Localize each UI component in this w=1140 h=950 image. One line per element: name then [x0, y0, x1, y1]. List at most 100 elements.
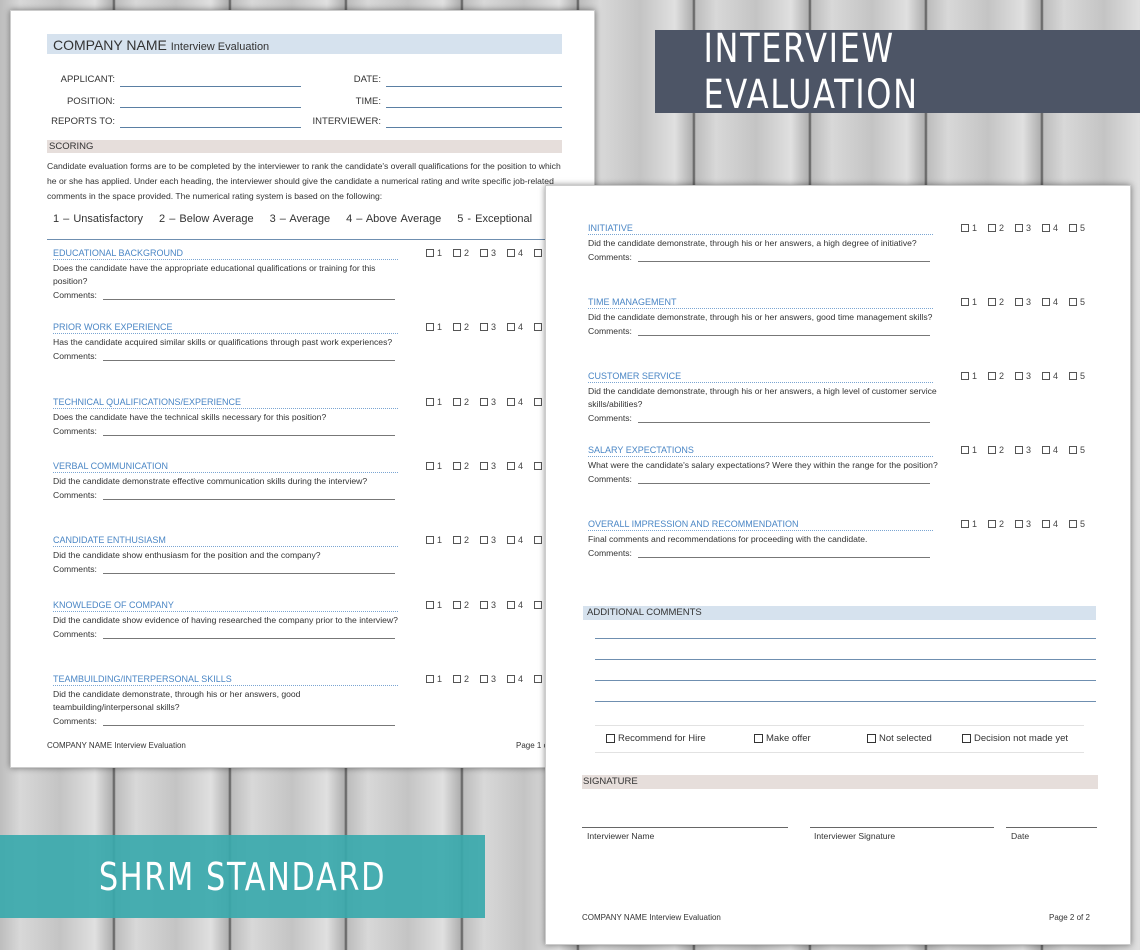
score-3-checkbox[interactable]: 3 — [1015, 297, 1042, 307]
comment-line[interactable] — [595, 680, 1096, 681]
score-3-checkbox[interactable]: 3 — [480, 600, 507, 610]
checkbox-icon — [480, 249, 488, 257]
score-1-checkbox[interactable]: 1 — [426, 535, 453, 545]
score-4-checkbox[interactable]: 4 — [507, 461, 534, 471]
score-options: 12345 — [426, 674, 561, 684]
score-3-checkbox[interactable]: 3 — [480, 397, 507, 407]
score-1-checkbox[interactable]: 1 — [426, 397, 453, 407]
score-2-checkbox[interactable]: 2 — [453, 600, 480, 610]
score-3-checkbox[interactable]: 3 — [1015, 223, 1042, 233]
score-3-checkbox[interactable]: 3 — [480, 248, 507, 258]
score-1-checkbox[interactable]: 1 — [961, 371, 988, 381]
score-2-checkbox[interactable]: 2 — [988, 297, 1015, 307]
score-1-checkbox[interactable]: 1 — [426, 322, 453, 332]
score-options: 12345 — [426, 461, 561, 471]
reports-to-field[interactable] — [120, 127, 301, 128]
score-4-checkbox[interactable]: 4 — [1042, 445, 1069, 455]
recommend-for-hire-checkbox[interactable]: Recommend for Hire — [606, 733, 706, 744]
score-3-checkbox[interactable]: 3 — [480, 535, 507, 545]
comments-field[interactable] — [102, 630, 395, 639]
score-2-checkbox[interactable]: 2 — [453, 674, 480, 684]
score-5-checkbox[interactable]: 5 — [1069, 297, 1096, 307]
score-2-checkbox[interactable]: 2 — [453, 535, 480, 545]
comments-field[interactable] — [637, 253, 930, 262]
score-4-checkbox[interactable]: 4 — [507, 322, 534, 332]
comments-row: Comments: — [588, 413, 1108, 423]
make-offer-checkbox[interactable]: Make offer — [754, 733, 811, 744]
score-4-checkbox[interactable]: 4 — [507, 600, 534, 610]
checkbox-icon — [426, 601, 434, 609]
score-2-checkbox[interactable]: 2 — [988, 445, 1015, 455]
checkbox-icon — [480, 675, 488, 683]
comments-field[interactable] — [102, 565, 395, 574]
score-4-checkbox[interactable]: 4 — [507, 397, 534, 407]
score-1-checkbox[interactable]: 1 — [426, 461, 453, 471]
score-4-checkbox[interactable]: 4 — [1042, 519, 1069, 529]
comments-field[interactable] — [637, 549, 930, 558]
interviewer-field[interactable] — [386, 127, 562, 128]
score-4-checkbox[interactable]: 4 — [1042, 223, 1069, 233]
score-1-checkbox[interactable]: 1 — [961, 223, 988, 233]
comment-line[interactable] — [595, 638, 1096, 639]
score-3-checkbox[interactable]: 3 — [1015, 519, 1042, 529]
score-3-checkbox[interactable]: 3 — [1015, 445, 1042, 455]
checkbox-icon — [534, 675, 542, 683]
score-4-checkbox[interactable]: 4 — [507, 248, 534, 258]
score-2-checkbox[interactable]: 2 — [453, 461, 480, 471]
comments-field[interactable] — [102, 427, 395, 436]
score-label: 2 — [464, 248, 470, 258]
comments-field[interactable] — [637, 414, 930, 423]
score-1-checkbox[interactable]: 1 — [961, 297, 988, 307]
not-selected-checkbox[interactable]: Not selected — [867, 733, 932, 744]
score-5-checkbox[interactable]: 5 — [1069, 445, 1096, 455]
score-3-checkbox[interactable]: 3 — [480, 461, 507, 471]
score-4-checkbox[interactable]: 4 — [1042, 297, 1069, 307]
checkbox-icon — [426, 675, 434, 683]
score-5-checkbox[interactable]: 5 — [1069, 371, 1096, 381]
score-1-checkbox[interactable]: 1 — [426, 248, 453, 258]
score-1-checkbox[interactable]: 1 — [961, 519, 988, 529]
comments-field[interactable] — [102, 291, 395, 300]
score-3-checkbox[interactable]: 3 — [1015, 371, 1042, 381]
score-4-checkbox[interactable]: 4 — [1042, 371, 1069, 381]
score-label: 3 — [491, 674, 497, 684]
score-5-checkbox[interactable]: 5 — [1069, 519, 1096, 529]
score-1-checkbox[interactable]: 1 — [426, 600, 453, 610]
comments-field[interactable] — [637, 327, 930, 336]
position-field[interactable] — [120, 107, 301, 108]
checkbox-icon — [1015, 520, 1023, 528]
decision-not-made-checkbox[interactable]: Decision not made yet — [962, 733, 1068, 744]
date-field[interactable] — [386, 86, 562, 87]
time-field[interactable] — [386, 107, 562, 108]
applicant-field[interactable] — [120, 86, 301, 87]
comments-field[interactable] — [102, 717, 395, 726]
score-2-checkbox[interactable]: 2 — [988, 371, 1015, 381]
comments-field[interactable] — [102, 352, 395, 361]
comments-field[interactable] — [637, 475, 930, 484]
comment-line[interactable] — [595, 659, 1096, 660]
score-4-checkbox[interactable]: 4 — [507, 535, 534, 545]
signature-date-label: Date — [1011, 831, 1030, 841]
score-2-checkbox[interactable]: 2 — [453, 397, 480, 407]
comments-field[interactable] — [102, 491, 395, 500]
interviewer-signature-field[interactable] — [810, 827, 994, 828]
checkbox-icon — [426, 323, 434, 331]
score-options: 12345 — [426, 600, 561, 610]
score-3-checkbox[interactable]: 3 — [480, 674, 507, 684]
signature-date-field[interactable] — [1006, 827, 1097, 828]
score-3-checkbox[interactable]: 3 — [480, 322, 507, 332]
comment-line[interactable] — [595, 701, 1096, 702]
score-2-checkbox[interactable]: 2 — [453, 248, 480, 258]
score-2-checkbox[interactable]: 2 — [453, 322, 480, 332]
score-5-checkbox[interactable]: 5 — [1069, 223, 1096, 233]
interviewer-name-field[interactable] — [582, 827, 788, 828]
score-2-checkbox[interactable]: 2 — [988, 223, 1015, 233]
score-2-checkbox[interactable]: 2 — [988, 519, 1015, 529]
score-1-checkbox[interactable]: 1 — [426, 674, 453, 684]
score-label: 1 — [972, 297, 978, 307]
score-1-checkbox[interactable]: 1 — [961, 445, 988, 455]
section-heading-text: CANDIDATE ENTHUSIASM — [53, 535, 166, 545]
score-4-checkbox[interactable]: 4 — [507, 674, 534, 684]
checkbox-icon — [988, 224, 996, 232]
checkbox-icon — [480, 323, 488, 331]
